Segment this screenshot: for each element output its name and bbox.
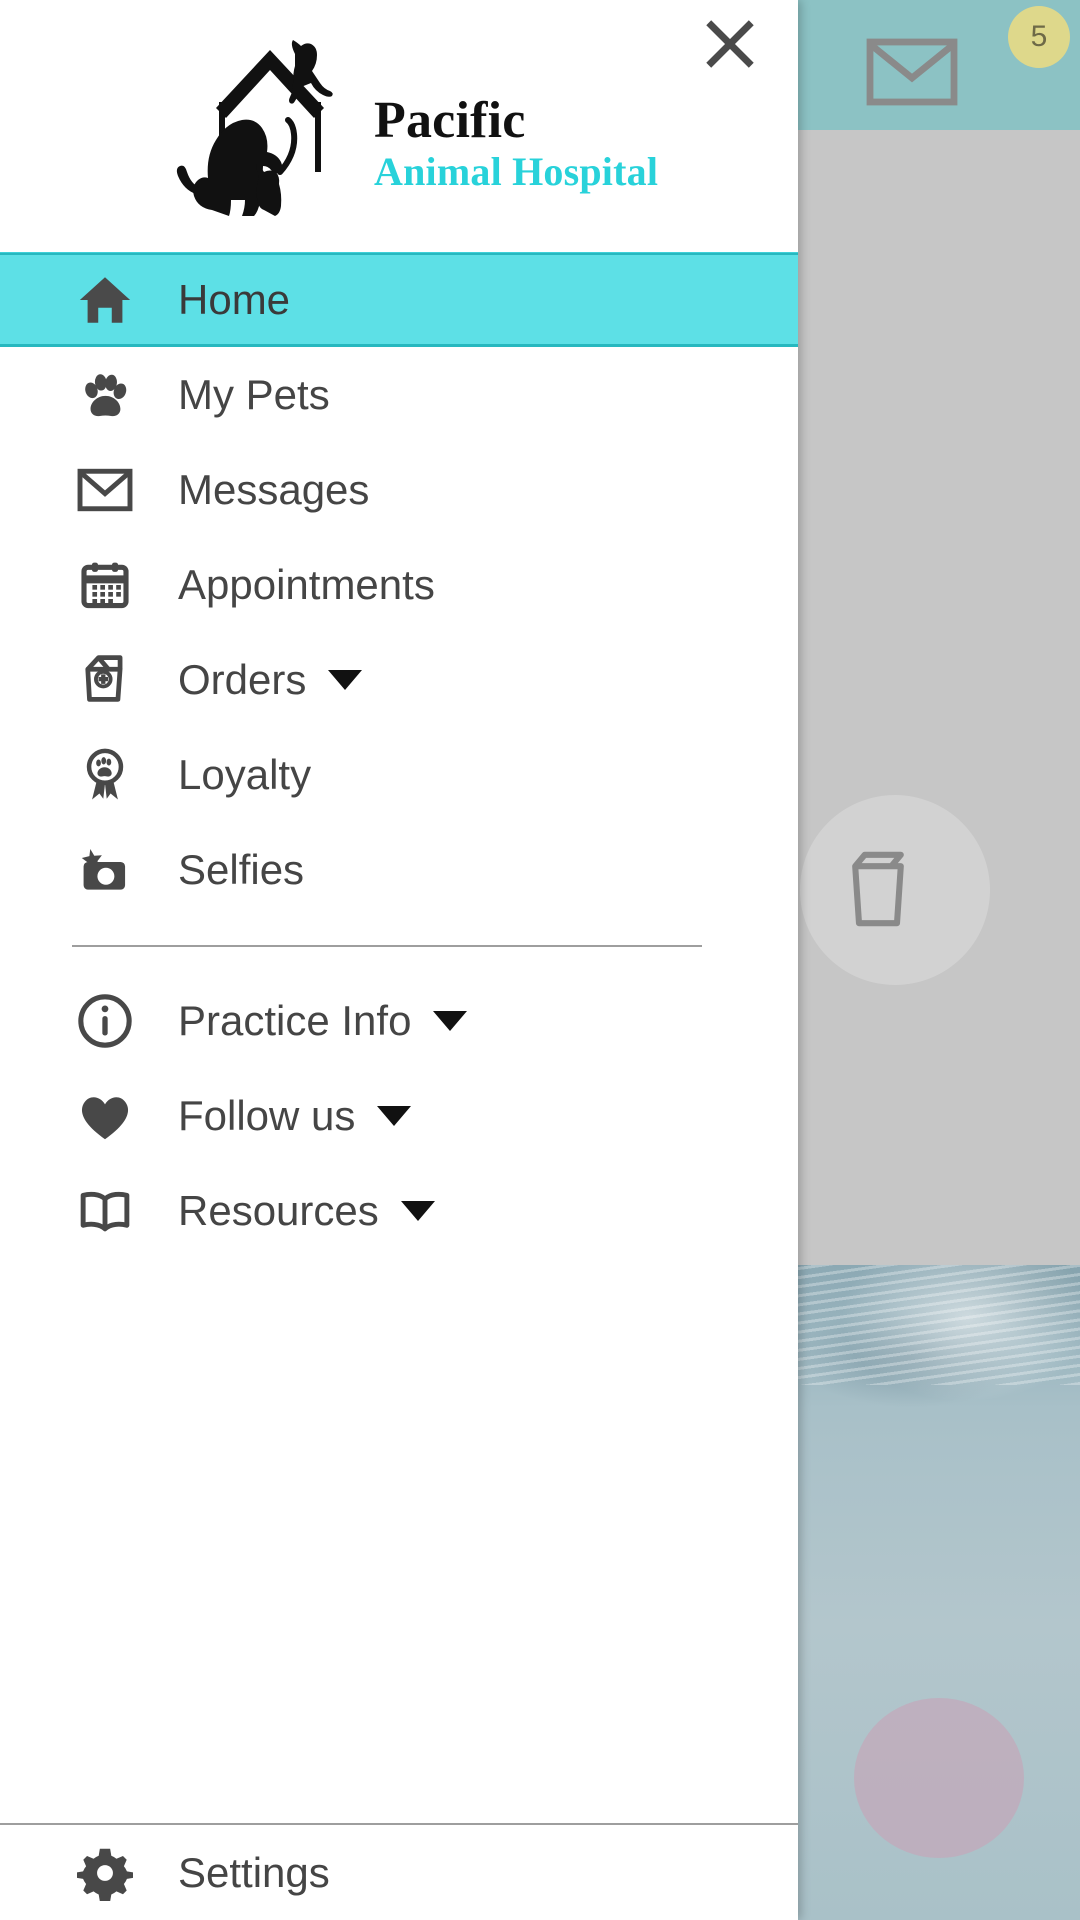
sidebar-item-loyalty[interactable]: Loyalty (0, 727, 798, 822)
sidebar-item-orders[interactable]: Orders (0, 632, 798, 727)
sidebar-item-label: Home (178, 276, 291, 323)
nav-divider (72, 945, 702, 947)
sidebar-item-label: Loyalty (178, 750, 312, 798)
sidebar-item-appointments[interactable]: Appointments (0, 537, 798, 632)
drawer-nav: Home My Pets Messages Appointments Order… (0, 252, 798, 1823)
sidebar-item-label: Follow us (178, 1091, 356, 1139)
sidebar-item-my-pets[interactable]: My Pets (0, 347, 798, 442)
messages-badge-count: 5 (1030, 20, 1048, 53)
sidebar-item-label: Messages (178, 465, 370, 513)
sidebar-item-label: Appointments (178, 560, 435, 608)
drawer-footer: Settings (0, 1823, 798, 1920)
background-photo-blob (854, 1698, 1024, 1858)
food-bag-icon (852, 851, 904, 927)
gear-icon (74, 1842, 136, 1904)
brand-logo: Pacific Animal Hospital (160, 32, 658, 217)
envelope-icon (74, 459, 136, 521)
close-drawer-button[interactable] (698, 12, 762, 76)
chevron-down-icon[interactable] (400, 1200, 435, 1221)
messages-badge: 5 (1008, 6, 1070, 68)
sidebar-item-label: Selfies (178, 845, 305, 893)
heart-icon (74, 1085, 136, 1147)
sidebar-item-home[interactable]: Home (0, 252, 798, 347)
house-with-dog-cat-logo (176, 40, 333, 216)
sidebar-item-settings[interactable]: Settings (0, 1825, 798, 1920)
sidebar-item-resources[interactable]: Resources (0, 1163, 798, 1258)
sidebar-item-label: Orders (178, 655, 307, 703)
calendar-icon (74, 554, 136, 616)
app-root: 5 Pacific Animal Hospital Home My Pets M… (0, 0, 1080, 1920)
sidebar-item-label: Practice Info (178, 996, 412, 1044)
navigation-drawer: Pacific Animal Hospital Home My Pets Mes… (0, 0, 798, 1920)
sidebar-item-label: Settings (178, 1848, 330, 1896)
brand-name-line1: Pacific (374, 91, 526, 149)
background-app-body (798, 130, 1080, 1380)
sidebar-item-label: Resources (178, 1186, 379, 1234)
sidebar-item-practice-info[interactable]: Practice Info (0, 973, 798, 1068)
info-circle-icon (74, 990, 136, 1052)
book-icon (74, 1180, 136, 1242)
brand-name: Pacific Animal Hospital (374, 52, 658, 197)
home-icon (74, 269, 136, 331)
sidebar-item-messages[interactable]: Messages (0, 442, 798, 537)
paw-icon (74, 364, 136, 426)
brand-name-line2: Animal Hospital (374, 149, 659, 195)
background-photo (798, 1265, 1080, 1920)
food-bag-icon (74, 649, 136, 711)
drawer-header: Pacific Animal Hospital (0, 0, 798, 252)
sidebar-item-follow-us[interactable]: Follow us (0, 1068, 798, 1163)
envelope-icon (866, 38, 958, 106)
close-icon (706, 20, 754, 68)
chevron-down-icon[interactable] (328, 669, 363, 690)
chevron-down-icon[interactable] (433, 1010, 468, 1031)
award-paw-icon (74, 744, 136, 806)
camera-star-icon (74, 839, 136, 901)
sidebar-item-selfies[interactable]: Selfies (0, 822, 798, 917)
sidebar-item-label: My Pets (178, 370, 330, 418)
chevron-down-icon[interactable] (377, 1105, 412, 1126)
